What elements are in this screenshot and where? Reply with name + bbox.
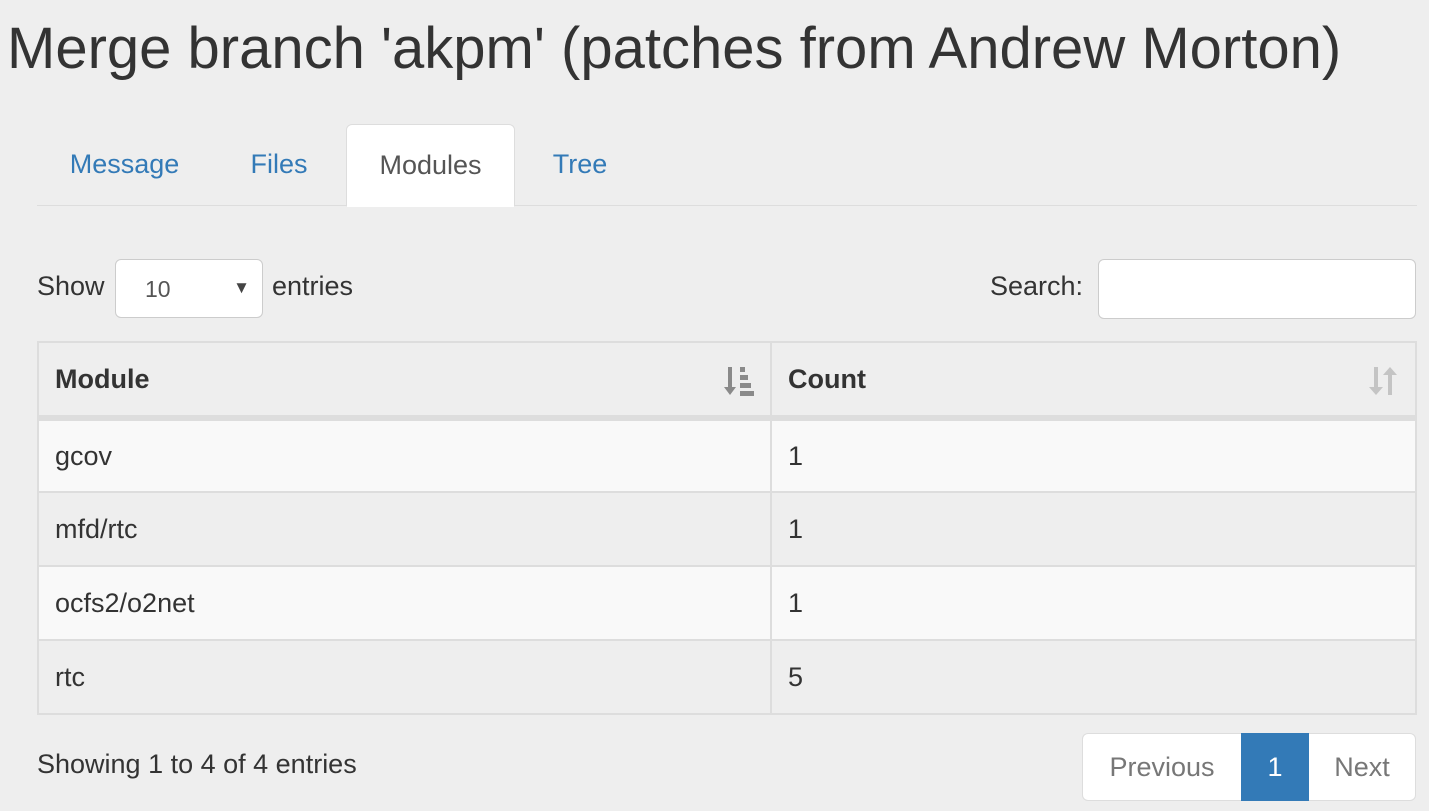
- sort-amount-asc-icon: [724, 367, 754, 396]
- entries-per-page-select[interactable]: 10 ▼: [115, 259, 263, 318]
- table-row: gcov 1: [37, 417, 1417, 493]
- column-header-module[interactable]: Module: [37, 341, 772, 421]
- previous-page-button[interactable]: Previous: [1082, 733, 1241, 801]
- tab-files[interactable]: Files: [229, 124, 329, 207]
- tab-tree[interactable]: Tree: [532, 124, 628, 207]
- table-header-row: Module Count: [37, 341, 1417, 421]
- caret-down-icon: ▼: [233, 278, 250, 297]
- page-1-button[interactable]: 1: [1241, 733, 1309, 801]
- entries-per-page-value: 10: [145, 276, 171, 302]
- next-page-button[interactable]: Next: [1309, 733, 1416, 801]
- column-header-count[interactable]: Count: [770, 341, 1417, 421]
- count-cell: 5: [770, 639, 1417, 715]
- search-label: Search:: [990, 271, 1084, 301]
- table-row: mfd/rtc 1: [37, 491, 1417, 567]
- count-cell: 1: [770, 491, 1417, 567]
- tab-modules[interactable]: Modules: [346, 124, 515, 207]
- table-info: Showing 1 to 4 of 4 entries: [37, 749, 357, 779]
- module-cell: gcov: [37, 417, 772, 493]
- module-cell: mfd/rtc: [37, 491, 772, 567]
- pagination: Previous 1 Next: [1082, 733, 1416, 801]
- count-cell: 1: [770, 565, 1417, 641]
- show-label: Show: [37, 271, 105, 301]
- sort-both-icon: [1369, 367, 1397, 395]
- search-input[interactable]: [1098, 259, 1416, 319]
- table-row: rtc 5: [37, 639, 1417, 715]
- entries-label: entries: [272, 271, 354, 301]
- column-header-label: Count: [788, 363, 866, 394]
- count-cell: 1: [770, 417, 1417, 493]
- column-header-label: Module: [55, 363, 150, 394]
- module-cell: rtc: [37, 639, 772, 715]
- table-row: ocfs2/o2net 1: [37, 565, 1417, 641]
- module-cell: ocfs2/o2net: [37, 565, 772, 641]
- tab-bar: Message Files Modules Tree: [37, 124, 1417, 207]
- modules-table: Module Count gcov 1 mfd/rtc 1 ocfs2/o2ne…: [37, 341, 1417, 715]
- page: Merge branch 'akpm' (patches from Andrew…: [0, 0, 1429, 811]
- page-title: Merge branch 'akpm' (patches from Andrew…: [7, 16, 1342, 81]
- tab-message[interactable]: Message: [43, 124, 206, 207]
